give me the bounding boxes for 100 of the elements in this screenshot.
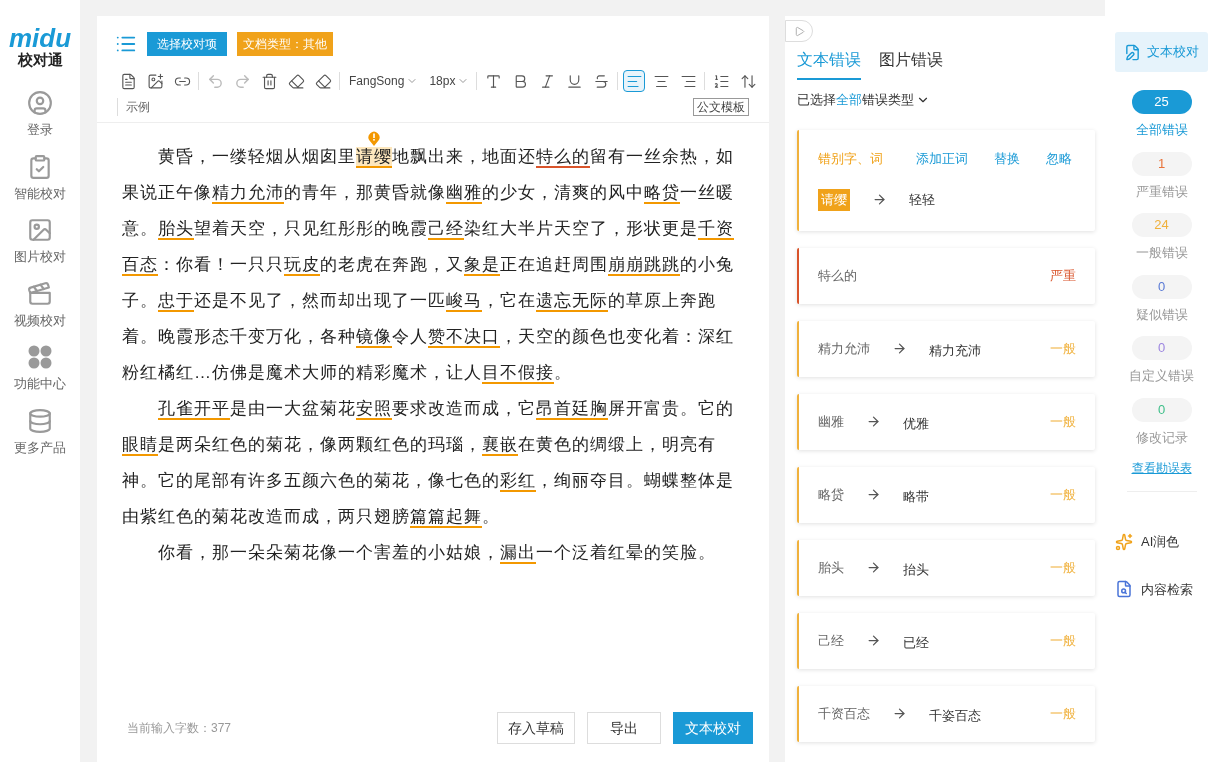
severity-label: 一般 [1050, 412, 1076, 431]
image-icon [27, 217, 53, 243]
align-button[interactable] [623, 70, 646, 92]
error-card[interactable]: 略贷 略带 一般 [797, 466, 1095, 523]
text-run: 的小兔 [680, 255, 734, 274]
collapse-toggle[interactable] [785, 20, 813, 42]
wrong-word: 胎头 [818, 558, 844, 577]
nav-item[interactable]: 视频校对 [4, 280, 76, 330]
flagged-word[interactable]: 彩红 [500, 471, 536, 492]
document-icon [119, 72, 137, 90]
text-run: 在黄色的绸缎上，明亮有 [518, 435, 716, 454]
eraser-icon [314, 72, 332, 90]
text-run: 的少女，清爽的风中 [482, 183, 644, 202]
suggested-word: 精力充沛 [929, 341, 981, 360]
severity-label: 一般 [1050, 558, 1076, 577]
text-run: 一丝暖 [680, 183, 734, 202]
size-select[interactable]: 18px [427, 72, 472, 90]
error-card[interactable]: 千资百态 千姿百态 一般 [797, 685, 1095, 742]
suggested-word: 抬头 [903, 560, 929, 579]
flagged-word[interactable]: 篇篇起舞 [410, 507, 482, 528]
action-button[interactable]: 存入草稿 [497, 712, 575, 744]
suggested-word: 已经 [903, 633, 929, 652]
flagged-word[interactable]: 目不假接 [482, 363, 554, 384]
stat-count: 25 [1131, 90, 1192, 114]
text-run: 果说正午像 [122, 183, 212, 202]
text-run: ：你看！一只只 [158, 255, 284, 274]
action-button[interactable]: 导出 [587, 712, 661, 744]
flagged-word[interactable]: 胎头 [158, 219, 194, 240]
play-icon [793, 25, 805, 37]
font-select[interactable]: FangSong [345, 72, 423, 90]
nav-item[interactable]: 更多产品 [4, 407, 76, 457]
flagged-word[interactable]: 襄嵌 [482, 435, 518, 456]
nav-item[interactable]: 功能中心 [4, 344, 76, 394]
text-run: 留有一丝余热，如 [590, 147, 734, 166]
error-type-filter[interactable]: 已选择全部错误类型 [785, 90, 1105, 110]
suggested-word: 轻轻 [909, 191, 935, 209]
flagged-word[interactable]: 镜像 [356, 327, 392, 348]
flagged-word[interactable]: 百态 [122, 255, 158, 276]
text-run: 。 [554, 363, 572, 382]
suggested-word: 略带 [903, 487, 929, 506]
stat-count: 24 [1131, 213, 1192, 237]
error-card[interactable]: 己经 已经 一般 [797, 612, 1095, 669]
flagged-word[interactable]: 崩崩跳跳 [608, 255, 680, 276]
text-run: 望着天空，只见红彤彤的晚霞 [194, 219, 428, 238]
flagged-word[interactable]: 安照 [356, 399, 392, 420]
results-tab[interactable]: 图片错误 [879, 48, 943, 80]
error-card[interactable]: 精力允沛 精力充沛 一般 [797, 320, 1095, 377]
text-run: 的青年，那黄昏就像 [284, 183, 446, 202]
template-button[interactable]: 公文模板 [693, 98, 749, 116]
arrow-icon [892, 341, 907, 356]
arrow-icon [866, 560, 881, 575]
flagged-word[interactable]: 忠于 [158, 291, 194, 312]
flagged-word[interactable]: 昂首廷胸 [536, 399, 608, 420]
grid-icon [27, 344, 53, 370]
image-plus-icon [146, 72, 164, 90]
flagged-word[interactable]: 略贷 [644, 183, 680, 204]
flagged-word[interactable]: 赞不决口 [428, 327, 500, 348]
flagged-word[interactable]: 漏出 [500, 543, 536, 564]
flagged-word[interactable]: 眼睛 [122, 435, 158, 456]
tool-button[interactable]: AI润色 [1115, 532, 1193, 552]
text-run: 粉红橘红…仿佛是魔术大师的精彩魔术，让人 [122, 363, 482, 382]
numbered-list-icon [712, 72, 730, 90]
flagged-word[interactable]: 千资 [698, 219, 734, 240]
flagged-word[interactable]: 遗忘无际 [536, 291, 608, 312]
text-run: 的草原上奔跑 [608, 291, 716, 310]
text-run: 正在追赶周围 [500, 255, 608, 274]
text-run: 黄昏，一缕轻烟从烟囱里 [158, 147, 356, 166]
text-run: 染红大半片天空了，形状更是 [464, 219, 698, 238]
flagged-word[interactable]: 己经 [428, 219, 464, 240]
nav-item[interactable]: 图片校对 [4, 217, 76, 267]
error-card[interactable]: 特么的 严重 [797, 247, 1095, 304]
text-run: 的老虎在奔跑，又 [320, 255, 464, 274]
stat-item[interactable]: 0 疑似错误 [1131, 274, 1192, 324]
flagged-word[interactable]: 特么的 [536, 147, 590, 168]
stat-count: 0 [1131, 397, 1192, 422]
flagged-word[interactable]: 峻马 [446, 291, 482, 312]
tool-button[interactable]: 内容检索 [1115, 579, 1193, 599]
example-label[interactable]: 示例 [117, 98, 150, 116]
flagged-word[interactable]: 玩皮 [284, 255, 320, 276]
flagged-word[interactable]: 象是 [464, 255, 500, 276]
text-run: ，它在 [482, 291, 536, 310]
arrow-icon [872, 192, 887, 208]
nav-item[interactable]: 登录 [4, 90, 76, 140]
error-card[interactable]: 胎头 抬头 一般 [797, 539, 1095, 596]
stat-count: 1 [1131, 151, 1192, 176]
flagged-word[interactable]: 幽雅 [446, 183, 482, 204]
document-edit-icon [1124, 43, 1141, 61]
severity-label: 一般 [1050, 485, 1076, 504]
text-run: ，天空的颜色也变化着：深红 [500, 327, 734, 346]
severity-label: 一般 [1050, 704, 1076, 723]
nav-item[interactable]: 智能校对 [4, 153, 76, 203]
strikethrough-icon [592, 72, 610, 90]
text-run: 意。 [122, 219, 158, 238]
flagged-word[interactable]: 精力允沛 [212, 183, 284, 204]
flagged-word[interactable]: 孔雀开平 [158, 399, 230, 420]
stat-label: 修改记录 [1135, 428, 1188, 447]
error-card[interactable]: 幽雅 优雅 一般 [797, 393, 1095, 450]
text-run: 屏开富贵。它的 [608, 399, 734, 418]
arrow-icon [892, 706, 907, 721]
text-run: 子。 [122, 291, 158, 310]
